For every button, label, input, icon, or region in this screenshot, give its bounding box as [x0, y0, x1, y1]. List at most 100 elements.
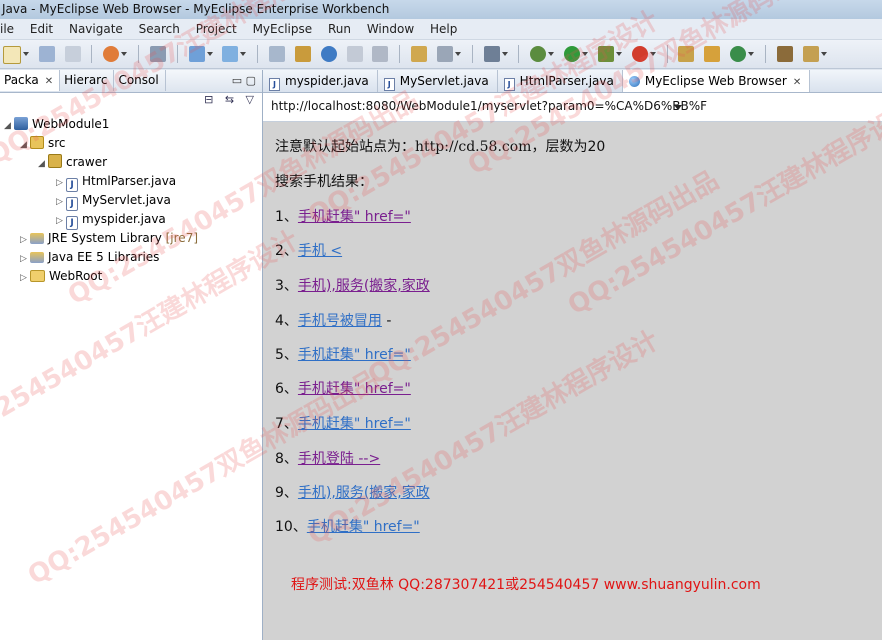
tree-node-javaee-label: Java EE 5 Libraries [48, 250, 160, 264]
result-link[interactable]: 手机),服务(搬家,家政 [298, 485, 430, 501]
run-icon[interactable] [564, 46, 581, 62]
deploy-dropdown-icon[interactable] [207, 46, 213, 62]
tab-package-explorer[interactable]: Packa ✕ [0, 70, 61, 91]
tab-myservlet-java[interactable]: J MyServlet.java [378, 70, 498, 92]
tree-node-jre-label: JRE System Library [48, 231, 162, 245]
tree-node-package-label: crawer [66, 155, 108, 169]
new-icon[interactable] [3, 46, 21, 64]
tree-node-javaee[interactable]: ▷ Java EE 5 Libraries [20, 248, 159, 267]
tree-node-src[interactable]: ◢ src [20, 134, 66, 153]
result-link[interactable]: 手机登陆 --> [298, 451, 380, 467]
menu-window[interactable]: Window [367, 19, 414, 39]
link-editor-icon[interactable]: ⇆ [225, 93, 234, 106]
save-all-icon[interactable] [64, 46, 81, 62]
toolbar-separator [138, 45, 140, 63]
result-item: 2、手机 < [275, 240, 342, 260]
external-tools-icon[interactable] [597, 46, 614, 62]
menu-project[interactable]: Project [196, 19, 237, 39]
new-class-icon[interactable] [294, 46, 311, 62]
java-file-icon: J [66, 216, 78, 230]
toolbar-separator [666, 45, 668, 63]
external-tools-dropdown-icon[interactable] [616, 46, 622, 62]
menu-run[interactable]: Run [328, 19, 351, 39]
toolbar-separator [471, 45, 473, 63]
settings-dropdown-icon[interactable] [455, 46, 461, 62]
menu-myeclipse[interactable]: MyEclipse [253, 19, 313, 39]
menu-edit[interactable]: Edit [30, 19, 53, 39]
results-title: 搜索手机结果： [275, 174, 373, 190]
open-type-icon[interactable] [269, 46, 286, 62]
result-link[interactable]: 手机赶集" href=" [298, 416, 411, 432]
run-dropdown-icon[interactable] [582, 46, 588, 62]
search-icon[interactable] [346, 46, 363, 62]
close-icon[interactable]: ✕ [45, 76, 53, 87]
result-link[interactable]: 手机号被冒用 [298, 313, 382, 329]
myeclipse-icon[interactable] [103, 46, 120, 62]
stop-dropdown-icon[interactable] [650, 46, 656, 62]
tab-htmlparser-java[interactable]: J HtmlParser.java [498, 70, 623, 92]
camera-icon[interactable] [483, 46, 500, 62]
collapsed-icon[interactable]: ▷ [20, 269, 30, 288]
save-icon[interactable] [38, 46, 55, 62]
result-link[interactable]: 手机赶集" href=" [307, 519, 420, 535]
tree-node-webroot-label: WebRoot [49, 269, 103, 283]
web-browser-icon[interactable] [320, 46, 337, 62]
result-item: 6、手机赶集" href=" [275, 378, 411, 398]
expanded-icon[interactable]: ◢ [20, 136, 30, 155]
tree-node-file[interactable]: ▷ J HtmlParser.java [56, 172, 176, 192]
new-dropdown-icon[interactable] [23, 46, 29, 62]
debug-icon[interactable] [530, 46, 547, 62]
window-title: Java - MyEclipse Web Browser - MyEclipse… [2, 2, 390, 16]
result-number: 4、 [275, 313, 298, 329]
menu-file[interactable]: ile [0, 19, 14, 39]
server-icon[interactable] [149, 46, 166, 62]
result-link[interactable]: 手机赶集" href=" [298, 381, 411, 397]
url-dropdown-icon[interactable] [674, 105, 682, 110]
close-icon[interactable]: ✕ [793, 77, 801, 88]
tab-console[interactable]: Consol [114, 70, 166, 91]
result-item: 7、手机赶集" href=" [275, 413, 411, 433]
menu-help[interactable]: Help [430, 19, 457, 39]
result-number: 9、 [275, 485, 298, 501]
notice-prefix: 注意默认起始站点为： [275, 139, 415, 155]
tree-node-package[interactable]: ◢ crawer [38, 153, 107, 172]
menu-search[interactable]: Search [139, 19, 180, 39]
debug-dropdown-icon[interactable] [548, 46, 554, 62]
collapse-all-icon[interactable]: ⊟ [204, 93, 213, 106]
deploy-icon[interactable] [188, 46, 205, 62]
run-server-icon[interactable] [222, 46, 239, 62]
tree-node-file[interactable]: ▷ Jmyspider.java [56, 210, 166, 230]
open-perspective-icon[interactable] [411, 46, 428, 62]
result-link[interactable]: 手机 < [298, 243, 342, 259]
run-server-dropdown-icon[interactable] [240, 46, 246, 62]
tree-node-webroot[interactable]: ▷ WebRoot [20, 267, 102, 286]
result-link[interactable]: 手机赶集" href=" [298, 347, 411, 363]
result-link[interactable]: 手机赶集" href=" [298, 209, 411, 225]
pencil-icon[interactable] [802, 46, 819, 62]
new-package-icon[interactable] [678, 46, 695, 62]
new-java-class-dropdown-icon[interactable] [748, 46, 754, 62]
url-field[interactable]: http://localhost:8080/WebModule1/myservl… [271, 99, 707, 113]
tab-web-browser[interactable]: MyEclipse Web Browser ✕ [622, 70, 811, 92]
tree-node-file[interactable]: ▷ J MyServlet.java [56, 191, 171, 211]
panel-minmax-icons[interactable]: ▭ ▢ [232, 74, 256, 87]
expanded-icon[interactable]: ◢ [4, 117, 14, 136]
menu-navigate[interactable]: Navigate [69, 19, 123, 39]
camera-dropdown-icon[interactable] [502, 46, 508, 62]
new-java-class-icon[interactable] [730, 46, 747, 62]
open-task-icon[interactable] [776, 46, 793, 62]
result-link[interactable]: 手机),服务(搬家,家政 [298, 278, 430, 294]
tree-node-jre[interactable]: ▷ JRE System Library [jre7] [20, 229, 198, 248]
view-menu-icon[interactable]: ▽ [246, 93, 254, 106]
new-folder-icon[interactable] [704, 46, 721, 62]
stop-icon[interactable] [631, 46, 648, 62]
tree-node-project[interactable]: ◢ WebModule1 [4, 115, 109, 134]
myeclipse-dropdown-icon[interactable] [121, 46, 127, 62]
pencil-dropdown-icon[interactable] [821, 46, 827, 62]
tab-hierarchy[interactable]: Hierarc [60, 70, 115, 91]
tree-node-file-label: MyServlet.java [82, 193, 171, 207]
tab-myspider-java[interactable]: Jmyspider.java [263, 70, 378, 92]
settings-icon[interactable] [436, 46, 453, 62]
refresh-icon[interactable] [372, 46, 389, 62]
expanded-icon[interactable]: ◢ [38, 155, 48, 174]
